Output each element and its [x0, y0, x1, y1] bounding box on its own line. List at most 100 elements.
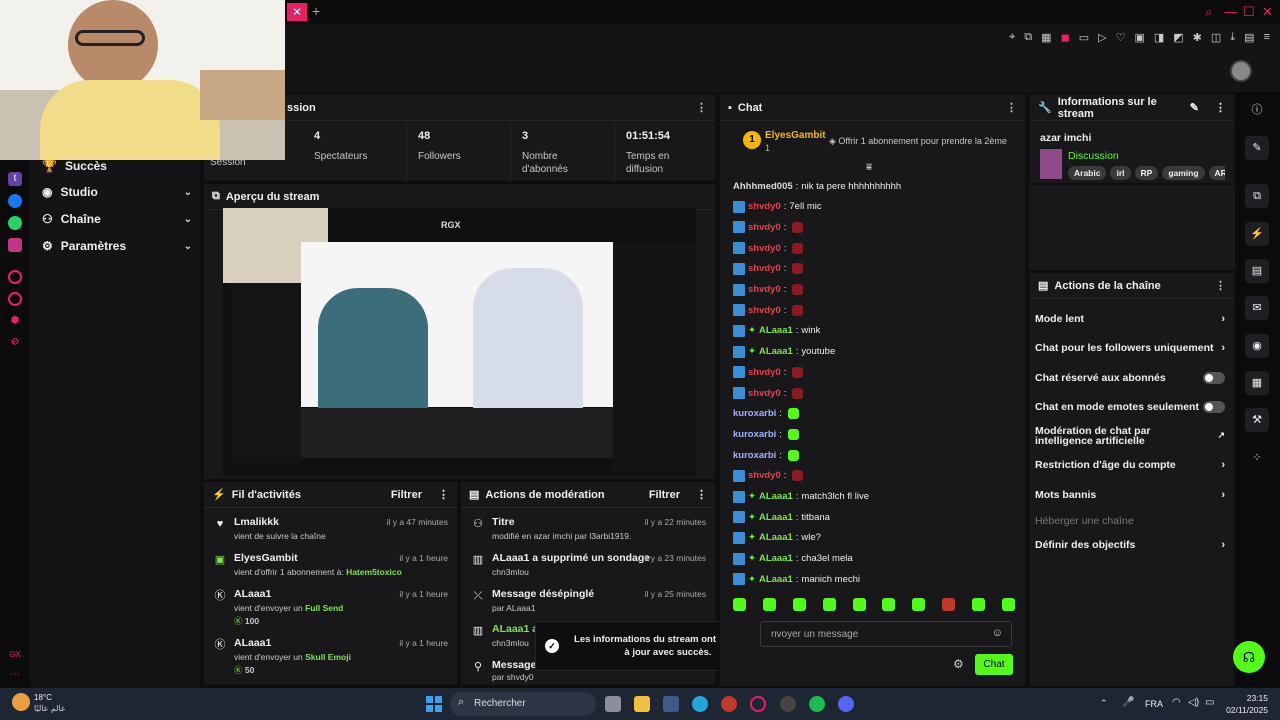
- chat-username[interactable]: kuroxarbi: [733, 450, 776, 461]
- task-view-icon[interactable]: [605, 696, 621, 712]
- support-icon[interactable]: ☊: [1233, 641, 1265, 673]
- gift-sub-offer[interactable]: ◈ Offrir 1 abonnement pour prendre la 2è…: [829, 136, 1007, 147]
- spotify-icon[interactable]: [809, 696, 825, 712]
- puzzle-icon[interactable]: ✱: [1193, 31, 1202, 44]
- pocket-icon[interactable]: ◼: [1061, 31, 1070, 44]
- chat-username[interactable]: shvdy0: [748, 305, 781, 316]
- minimize-icon[interactable]: —: [1224, 4, 1237, 19]
- opera-gx-icon[interactable]: [750, 696, 766, 712]
- box-icon[interactable]: ◫: [1211, 31, 1221, 44]
- list-icon[interactable]: ▤: [1245, 259, 1269, 283]
- menu-icon[interactable]: ≡: [1264, 31, 1270, 44]
- emoji-icon[interactable]: ☺: [992, 627, 1003, 639]
- more-options-icon[interactable]: ⋮: [1215, 279, 1226, 292]
- filter-button[interactable]: Filtrer: [649, 489, 680, 501]
- document-icon[interactable]: ▤: [1244, 31, 1254, 44]
- obs-icon[interactable]: [780, 696, 796, 712]
- app-icon[interactable]: [721, 696, 737, 712]
- chat-username[interactable]: ALaaa1: [759, 325, 793, 336]
- more-icon[interactable]: ⋯: [8, 668, 22, 682]
- more-options-icon[interactable]: ⋮: [696, 488, 707, 501]
- chat-username[interactable]: shvdy0: [748, 263, 781, 274]
- broadcast-icon[interactable]: ◉: [1245, 334, 1269, 358]
- discord-icon[interactable]: [838, 696, 854, 712]
- nav-channel[interactable]: ⚇ Chaîne ⌄: [42, 210, 192, 228]
- more-options-icon[interactable]: ⋮: [696, 101, 707, 114]
- microphone-icon[interactable]: 🎤: [1122, 697, 1134, 708]
- windows-start-icon[interactable]: [426, 696, 442, 712]
- screen-icon[interactable]: ▭: [1079, 31, 1089, 44]
- store-icon[interactable]: [663, 696, 679, 712]
- crop-icon[interactable]: ⧉: [1024, 31, 1032, 44]
- stream-preview-video[interactable]: RGX: [223, 208, 696, 476]
- chat-username[interactable]: ALaaa1: [759, 491, 793, 502]
- chat-username[interactable]: ALaaa1: [759, 574, 793, 585]
- volume-icon[interactable]: ◁): [1188, 697, 1199, 708]
- settings-icon[interactable]: ⚙: [8, 336, 22, 350]
- file-explorer-icon[interactable]: [634, 696, 650, 712]
- crop2-icon[interactable]: ◩: [1173, 31, 1183, 44]
- emote-icon[interactable]: [972, 598, 985, 611]
- chat-username[interactable]: ALaaa1: [759, 553, 793, 564]
- pin-icon[interactable]: ⌖: [1009, 31, 1015, 44]
- info-icon[interactable]: ⓘ: [1245, 98, 1269, 122]
- bolt-icon[interactable]: ⚡: [1245, 222, 1269, 246]
- filter-button[interactable]: Filtrer: [391, 489, 422, 501]
- clock-time[interactable]: 23:15: [1228, 693, 1268, 703]
- nav-studio[interactable]: ◉ Studio ⌄: [42, 183, 192, 201]
- wrench-icon[interactable]: ⚒: [1245, 408, 1269, 432]
- edit-icon[interactable]: ✎: [1190, 101, 1199, 114]
- search-icon[interactable]: ⌕: [1205, 4, 1212, 20]
- preview-widget-icon[interactable]: ⧉: [1245, 184, 1269, 208]
- instagram-icon[interactable]: [8, 238, 22, 252]
- download-icon[interactable]: ⤓: [1230, 31, 1235, 44]
- calendar-icon[interactable]: ▦: [1041, 31, 1051, 44]
- category-name[interactable]: Discussion: [1068, 150, 1119, 162]
- action-banned-words[interactable]: Mots bannis ›: [1035, 489, 1225, 501]
- chat-username[interactable]: shvdy0: [748, 243, 781, 254]
- emote-icon[interactable]: [852, 598, 866, 611]
- action-set-goals[interactable]: Définir des objectifs ›: [1035, 539, 1225, 551]
- action-ai-moderation[interactable]: Modération de chat par intelligence arti…: [1035, 426, 1225, 447]
- apps-icon[interactable]: ▣: [1134, 31, 1144, 44]
- emote-icon[interactable]: [912, 598, 926, 611]
- play-icon[interactable]: ▷: [1098, 31, 1106, 44]
- collapse-icon[interactable]: ⩸: [866, 162, 872, 173]
- new-tab-icon[interactable]: +: [312, 3, 320, 19]
- chat-username[interactable]: shvdy0: [748, 222, 781, 233]
- chat-username[interactable]: shvdy0: [748, 470, 781, 481]
- window-icon[interactable]: ◨: [1154, 31, 1164, 44]
- more-options-icon[interactable]: ⋮: [1006, 101, 1017, 114]
- chat-username[interactable]: ALaaa1: [759, 346, 793, 357]
- chat-username[interactable]: kuroxarbi: [733, 408, 776, 419]
- maximize-icon[interactable]: ☐: [1243, 4, 1255, 20]
- edge-icon[interactable]: [692, 696, 708, 712]
- emote-icon[interactable]: [792, 598, 806, 611]
- close-tab-icon[interactable]: ✕: [287, 3, 307, 21]
- chat-bubble-icon[interactable]: ✉: [1245, 296, 1269, 320]
- action-followers-only[interactable]: Chat pour les followers uniquement ›: [1035, 342, 1225, 354]
- heart-icon[interactable]: ♡: [1116, 31, 1126, 44]
- action-slow-mode[interactable]: Mode lent ›: [1035, 313, 1225, 325]
- emote-icon[interactable]: [822, 598, 836, 611]
- chat-username[interactable]: ALaaa1: [759, 532, 793, 543]
- more-options-icon[interactable]: ⋮: [1215, 101, 1226, 114]
- cube-icon[interactable]: ⬢: [8, 314, 22, 328]
- player-icon[interactable]: [8, 270, 22, 284]
- chat-input[interactable]: nvoyer un message ☺: [760, 621, 1012, 647]
- chat-username[interactable]: shvdy0: [748, 284, 781, 295]
- battery-icon[interactable]: ▭: [1205, 697, 1214, 708]
- close-window-icon[interactable]: ✕: [1262, 4, 1273, 20]
- twitch-icon[interactable]: t: [8, 172, 22, 186]
- more-options-icon[interactable]: ⋮: [438, 488, 449, 501]
- chat-username[interactable]: Ahhhmed005: [733, 181, 793, 192]
- action-age-restriction[interactable]: Restriction d'âge du compte ›: [1035, 459, 1225, 471]
- messenger-icon[interactable]: [8, 194, 22, 208]
- chat-username[interactable]: shvdy0: [748, 388, 781, 399]
- chevron-up-icon[interactable]: ⌃: [1100, 698, 1108, 709]
- gx-icon[interactable]: GX: [8, 648, 22, 662]
- whatsapp-icon[interactable]: [8, 216, 22, 230]
- emotes-only-toggle[interactable]: [1203, 401, 1225, 413]
- wifi-icon[interactable]: ◠: [1172, 697, 1181, 708]
- edit-icon[interactable]: ✎: [1245, 136, 1269, 160]
